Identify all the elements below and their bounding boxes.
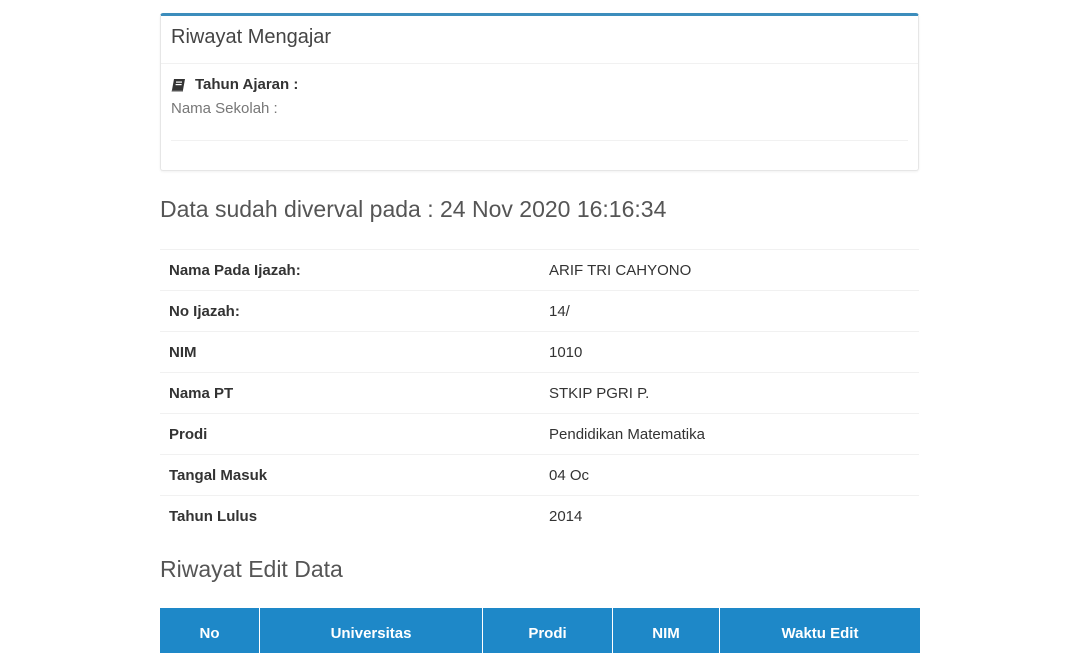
- row-label: Tangal Masuk: [160, 454, 540, 496]
- row-value: 04 Oc: [540, 454, 919, 496]
- table-row: No Ijazah: 14/: [160, 290, 919, 332]
- row-value: Pendidikan Matematika: [540, 413, 919, 455]
- table-row: Prodi Pendidikan Matematika: [160, 413, 919, 455]
- row-label: Nama PT: [160, 372, 540, 414]
- table-row: Nama PT STKIP PGRI P.: [160, 372, 919, 414]
- table-row: Tangal Masuk 04 Oc: [160, 454, 919, 496]
- panel-divider: [161, 63, 918, 64]
- column-header-nim[interactable]: NIM: [612, 608, 720, 653]
- tahun-ajaran-row: Tahun Ajaran :: [171, 76, 298, 93]
- row-label: No Ijazah:: [160, 290, 540, 332]
- panel-title: Riwayat Mengajar: [171, 26, 332, 48]
- column-header-waktu-edit[interactable]: Waktu Edit: [719, 608, 920, 653]
- row-label: NIM: [160, 331, 540, 373]
- row-value: 2014: [540, 495, 919, 536]
- nama-sekolah-label: Nama Sekolah :: [171, 100, 278, 117]
- row-label: Tahun Lulus: [160, 495, 540, 536]
- table-header-row: No Universitas Prodi NIM Waktu Edit: [160, 608, 920, 653]
- table-row: Nama Pada Ijazah: ARIF TRI CAHYONO: [160, 249, 919, 291]
- row-label: Prodi: [160, 413, 540, 455]
- tahun-ajaran-label: Tahun Ajaran :: [195, 76, 299, 93]
- row-value: STKIP PGRI P.: [540, 372, 919, 414]
- riwayat-edit-table: No Universitas Prodi NIM Waktu Edit: [160, 608, 920, 653]
- ijazah-info-table: Nama Pada Ijazah: ARIF TRI CAHYONO No Ij…: [160, 249, 919, 536]
- panel-divider: [171, 140, 908, 141]
- book-icon: [171, 78, 185, 91]
- column-header-universitas[interactable]: Universitas: [259, 608, 483, 653]
- table-row: Tahun Lulus 2014: [160, 495, 919, 536]
- row-value: ARIF TRI CAHYONO: [540, 249, 919, 291]
- verval-status: Data sudah diverval pada : 24 Nov 2020 1…: [160, 196, 667, 222]
- row-value: 14/: [540, 290, 919, 332]
- row-value: 1010: [540, 331, 919, 373]
- riwayat-mengajar-panel: Riwayat Mengajar Tahun Ajaran : Nama Sek…: [160, 13, 919, 171]
- table-row: NIM 1010: [160, 331, 919, 373]
- riwayat-edit-title: Riwayat Edit Data: [160, 556, 343, 582]
- row-label: Nama Pada Ijazah:: [160, 249, 540, 291]
- column-header-prodi[interactable]: Prodi: [482, 608, 613, 653]
- column-header-no[interactable]: No: [160, 608, 260, 653]
